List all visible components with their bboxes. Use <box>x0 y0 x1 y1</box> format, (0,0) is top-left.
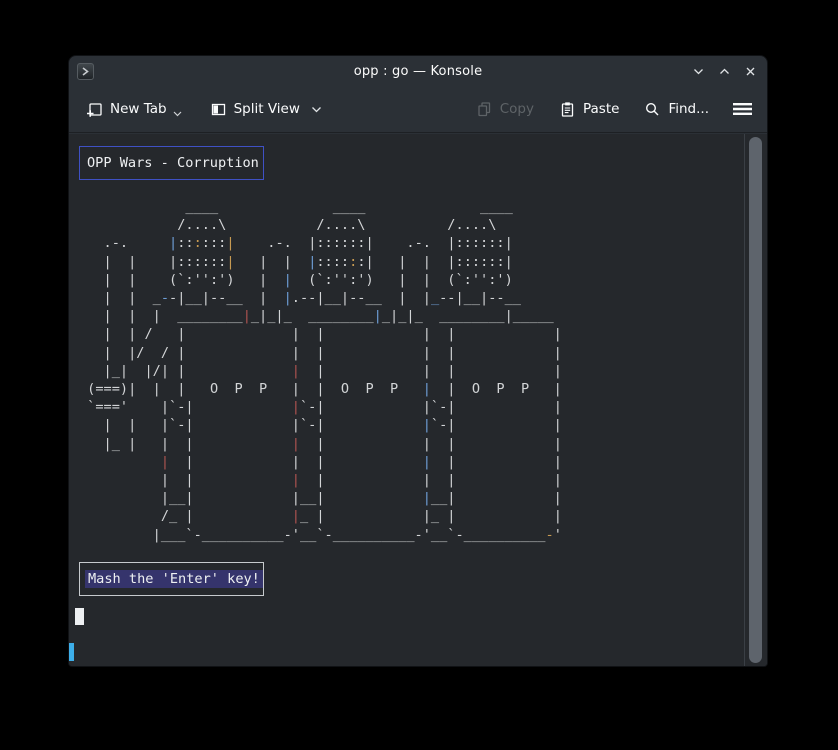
prompt-box: Mash the 'Enter' key! <box>79 562 264 596</box>
maximize-button[interactable] <box>718 65 731 78</box>
toolbar: New Tab Split View <box>69 86 767 133</box>
titlebar[interactable]: opp : go — Konsole <box>69 56 767 86</box>
find-label: Find... <box>668 101 709 117</box>
paste-label: Paste <box>583 101 619 117</box>
new-tab-button[interactable]: New Tab <box>86 101 182 118</box>
search-icon <box>644 101 661 118</box>
chevron-up-icon <box>718 65 731 78</box>
scrollbar-thumb[interactable] <box>749 137 762 663</box>
chevron-down-icon <box>173 111 182 117</box>
split-view-button[interactable]: Split View <box>210 101 322 118</box>
split-view-label: Split View <box>234 101 300 117</box>
split-view-icon <box>210 101 227 118</box>
konsole-app-icon <box>77 63 94 80</box>
prompt-text: Mash the 'Enter' key! <box>85 570 263 588</box>
copy-label: Copy <box>500 101 534 117</box>
paste-icon <box>559 101 576 118</box>
new-tab-label: New Tab <box>110 101 167 117</box>
desktop-background: opp : go — Konsole <box>0 0 838 750</box>
find-button[interactable]: Find... <box>644 101 709 118</box>
close-icon <box>744 65 757 78</box>
hamburger-menu-icon <box>732 101 753 117</box>
game-title-box: OPP Wars - Corruption <box>79 146 264 180</box>
copy-button[interactable]: Copy <box>476 101 534 118</box>
terminal-cursor <box>75 608 84 625</box>
ascii-art: ____ ____ ____ /....\ /....\ /....\ .-. … <box>79 198 562 544</box>
minimize-button[interactable] <box>692 65 705 78</box>
terminal-prompt-icon <box>81 67 90 76</box>
paste-button[interactable]: Paste <box>559 101 619 118</box>
new-tab-icon <box>86 101 103 118</box>
chevron-down-icon <box>311 106 322 113</box>
chevron-down-icon <box>692 65 705 78</box>
activity-indicator <box>69 643 74 661</box>
game-title-text: OPP Wars - Corruption <box>87 155 259 171</box>
terminal-view[interactable]: OPP Wars - Corruption ____ ____ ____ /..… <box>69 134 767 666</box>
close-button[interactable] <box>744 65 757 78</box>
scrollbar[interactable] <box>744 134 767 666</box>
copy-icon <box>476 101 493 118</box>
konsole-window: opp : go — Konsole <box>68 55 768 667</box>
window-title: opp : go — Konsole <box>69 64 767 79</box>
menu-button[interactable] <box>732 101 753 117</box>
